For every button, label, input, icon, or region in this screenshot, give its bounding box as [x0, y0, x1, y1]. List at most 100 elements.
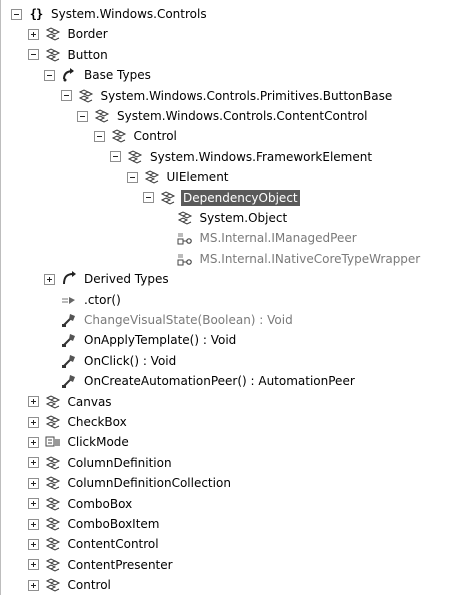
collapse-toggle-icon[interactable]: [110, 151, 121, 163]
tree-node-label: System.Windows.Controls.ContentControl: [117, 109, 368, 123]
tree-node[interactable]: MS.Internal.INativeCoreTypeWrapper: [160, 249, 423, 269]
derived-types-icon: [61, 271, 77, 287]
collapse-toggle-icon[interactable]: [93, 130, 105, 142]
tree-node[interactable]: ClickMode: [27, 432, 131, 452]
tree-node-label: MS.Internal.INativeCoreTypeWrapper: [199, 251, 421, 266]
tree-node[interactable]: MS.Internal.IManagedPeer: [160, 228, 359, 248]
tree-node-label: Button: [67, 47, 108, 62]
tree-node[interactable]: UIElement: [126, 167, 231, 187]
tree-node[interactable]: .ctor(): [44, 290, 123, 310]
expand-toggle-icon[interactable]: [27, 28, 39, 40]
tree-node-label: ComboBox: [67, 496, 133, 511]
tree-node[interactable]: OnCreateAutomationPeer() : AutomationPee…: [44, 371, 357, 391]
tree-node-label: ClickMode: [67, 435, 129, 450]
tree-node[interactable]: ComboBox: [27, 494, 135, 514]
tree-node[interactable]: Control: [93, 126, 179, 146]
collapse-toggle-icon[interactable]: [60, 90, 72, 102]
class-icon: [45, 475, 61, 491]
method-icon: [61, 312, 77, 328]
tree-node[interactable]: ContentPresenter: [27, 555, 175, 575]
class-icon: [45, 414, 61, 430]
expand-toggle-icon[interactable]: [27, 538, 39, 550]
expand-toggle-icon[interactable]: [27, 457, 39, 469]
tree-node[interactable]: Base Types: [44, 65, 153, 85]
tree-node-label: ContentControl: [67, 537, 159, 552]
tree-node-label: ColumnDefinitionCollection: [67, 476, 231, 491]
method-icon: [61, 353, 77, 369]
tree-node-label: DependencyObject: [181, 189, 300, 206]
class-icon: [144, 169, 160, 185]
tree-node[interactable]: System.Windows.Controls.ContentControl: [77, 106, 370, 126]
tree-node-label: System.Windows.Controls.Primitives.Butto…: [100, 88, 393, 103]
tree-node[interactable]: Control: [27, 575, 113, 595]
expand-toggle-icon[interactable]: [27, 579, 39, 591]
tree-node-label: ColumnDefinition: [67, 455, 172, 470]
constructor-icon: [61, 292, 77, 308]
method-icon: [61, 373, 77, 389]
tree-node[interactable]: {} System.Windows.Controls: [11, 4, 209, 24]
tree-node-label: ContentPresenter: [67, 557, 173, 572]
tree-node[interactable]: ComboBoxItem: [27, 514, 162, 534]
class-icon: [45, 394, 61, 410]
tree-node-label: ComboBoxItem: [67, 517, 160, 531]
tree-node-label: MS.Internal.IManagedPeer: [199, 231, 357, 246]
expand-toggle-icon[interactable]: [27, 498, 39, 510]
tree-node[interactable]: ColumnDefinition: [27, 453, 174, 473]
expand-toggle-icon[interactable]: [27, 436, 39, 448]
collapse-toggle-icon[interactable]: [126, 171, 138, 183]
class-icon: [111, 128, 127, 144]
class-icon: [45, 557, 61, 573]
tree-node[interactable]: System.Object: [160, 208, 290, 228]
tree-node[interactable]: Derived Types: [44, 269, 171, 289]
tree-node[interactable]: System.Windows.Controls.Primitives.Butto…: [60, 86, 395, 106]
class-icon: [127, 149, 143, 165]
class-icon: [78, 88, 94, 104]
tree-node[interactable]: ContentControl: [27, 534, 161, 554]
expand-toggle-icon[interactable]: [27, 396, 39, 408]
expand-toggle-icon[interactable]: [27, 559, 39, 571]
tree-node-label: Base Types: [84, 68, 151, 83]
tree-node[interactable]: ChangeVisualState(Boolean) : Void: [44, 310, 295, 330]
tree-node[interactable]: CheckBox: [27, 412, 129, 432]
class-tree-view[interactable]: {} System.Windows.Controls Border Button Bas…: [0, 0, 471, 595]
expand-toggle-icon[interactable]: [27, 518, 39, 530]
tree-node-label: .ctor(): [84, 292, 121, 307]
tree-node-label: CheckBox: [67, 415, 127, 429]
method-icon: [61, 332, 77, 348]
class-icon: [45, 536, 61, 552]
class-icon: [45, 496, 61, 512]
tree-node[interactable]: ColumnDefinitionCollection: [27, 473, 233, 493]
class-icon: [45, 26, 61, 42]
tree-node-label: Canvas: [67, 394, 112, 409]
tree-node[interactable]: Border: [27, 24, 110, 44]
tree-node[interactable]: DependencyObject: [143, 188, 300, 208]
collapse-toggle-icon[interactable]: [27, 49, 39, 61]
tree-node-label: Derived Types: [84, 272, 169, 287]
tree-node[interactable]: Canvas: [27, 392, 114, 412]
expand-toggle-icon[interactable]: [27, 416, 39, 428]
tree-node-label: System.Windows.Controls: [51, 7, 207, 21]
tree-node[interactable]: OnApplyTemplate() : Void: [44, 330, 238, 350]
collapse-toggle-icon[interactable]: [77, 110, 88, 122]
collapse-toggle-icon[interactable]: [143, 192, 154, 204]
tree-node-label: OnApplyTemplate() : Void: [84, 333, 237, 348]
tree-node[interactable]: System.Windows.FrameworkElement: [110, 147, 374, 167]
expand-toggle-icon[interactable]: [44, 273, 55, 285]
collapse-toggle-icon[interactable]: [44, 69, 55, 81]
class-icon: [45, 577, 61, 593]
class-icon: [45, 47, 61, 63]
tree-node[interactable]: Button: [27, 45, 110, 65]
interface-icon: [177, 251, 193, 267]
expand-toggle-icon[interactable]: [27, 477, 39, 489]
interface-icon: [177, 230, 193, 246]
class-icon: [45, 516, 61, 532]
tree-node[interactable]: OnClick() : Void: [44, 351, 178, 371]
collapse-toggle-icon[interactable]: [11, 8, 22, 20]
